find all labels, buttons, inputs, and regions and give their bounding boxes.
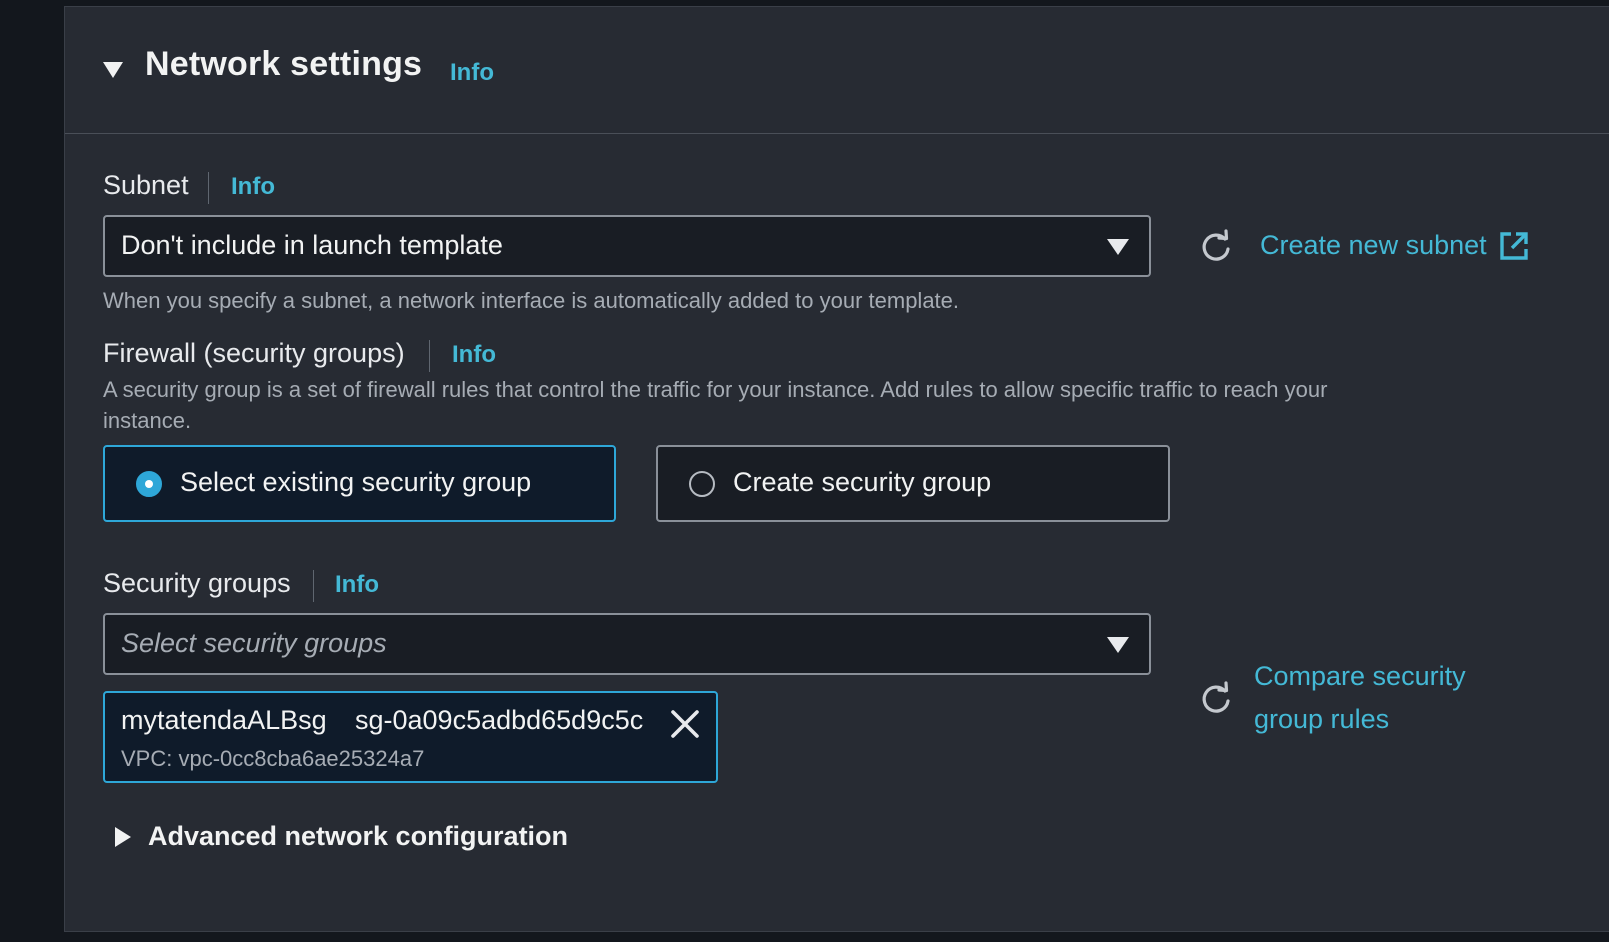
- compare-security-group-rules-link-line2[interactable]: group rules: [1254, 704, 1389, 735]
- subnet-label: Subnet: [103, 170, 189, 200]
- expand-caret-icon[interactable]: [115, 827, 131, 847]
- firewall-description-line1: A security group is a set of firewall ru…: [103, 377, 1328, 402]
- left-margin: [0, 0, 64, 942]
- refresh-subnets-icon[interactable]: [1198, 229, 1234, 265]
- chevron-down-icon: [1107, 239, 1129, 255]
- compare-security-group-rules-link[interactable]: Compare security: [1254, 661, 1466, 692]
- token-group-id: sg-0a09c5adbd65d9c5c: [355, 705, 644, 735]
- security-groups-placeholder: Select security groups: [121, 628, 387, 658]
- label-divider: [429, 340, 430, 372]
- token-group-name: mytatendaALBsg: [121, 705, 327, 735]
- network-settings-panel: Network settings Info Subnet Info Don't …: [64, 6, 1609, 932]
- create-new-subnet-link[interactable]: Create new subnet: [1260, 230, 1487, 261]
- firewall-label: Firewall (security groups): [103, 338, 405, 368]
- subnet-info-link[interactable]: Info: [231, 173, 275, 201]
- firewall-info-link[interactable]: Info: [452, 341, 496, 369]
- security-groups-select[interactable]: Select security groups: [103, 613, 1151, 675]
- panel-title: Network settings: [145, 45, 423, 83]
- radio-unselected-icon: [689, 471, 715, 497]
- subnet-select[interactable]: Don't include in launch template: [103, 215, 1151, 277]
- radio-create-security-group[interactable]: Create security group: [656, 445, 1170, 522]
- radio-label: Select existing security group: [180, 467, 532, 497]
- token-vpc: VPC: vpc-0cc8cba6ae25324a7: [121, 746, 425, 771]
- collapse-caret-icon[interactable]: [103, 62, 123, 78]
- radio-label: Create security group: [733, 467, 992, 497]
- firewall-description-line2: instance.: [103, 408, 192, 433]
- label-divider: [208, 172, 209, 204]
- header-info-link[interactable]: Info: [450, 59, 494, 87]
- radio-selected-icon: [136, 471, 162, 497]
- radio-select-existing-security-group[interactable]: Select existing security group: [103, 445, 616, 522]
- panel-header[interactable]: Network settings Info: [65, 7, 1609, 134]
- subnet-select-value: Don't include in launch template: [121, 230, 503, 260]
- external-link-icon[interactable]: [1499, 231, 1529, 261]
- advanced-network-configuration-toggle[interactable]: Advanced network configuration: [148, 821, 568, 852]
- security-groups-label: Security groups: [103, 568, 291, 598]
- refresh-security-groups-icon[interactable]: [1198, 681, 1234, 717]
- remove-token-close-icon[interactable]: [668, 707, 702, 741]
- security-group-token: mytatendaALBsg sg-0a09c5adbd65d9c5c VPC:…: [103, 691, 718, 783]
- label-divider: [313, 570, 314, 602]
- chevron-down-icon: [1107, 637, 1129, 653]
- subnet-help-text: When you specify a subnet, a network int…: [103, 288, 960, 313]
- security-groups-info-link[interactable]: Info: [335, 571, 379, 599]
